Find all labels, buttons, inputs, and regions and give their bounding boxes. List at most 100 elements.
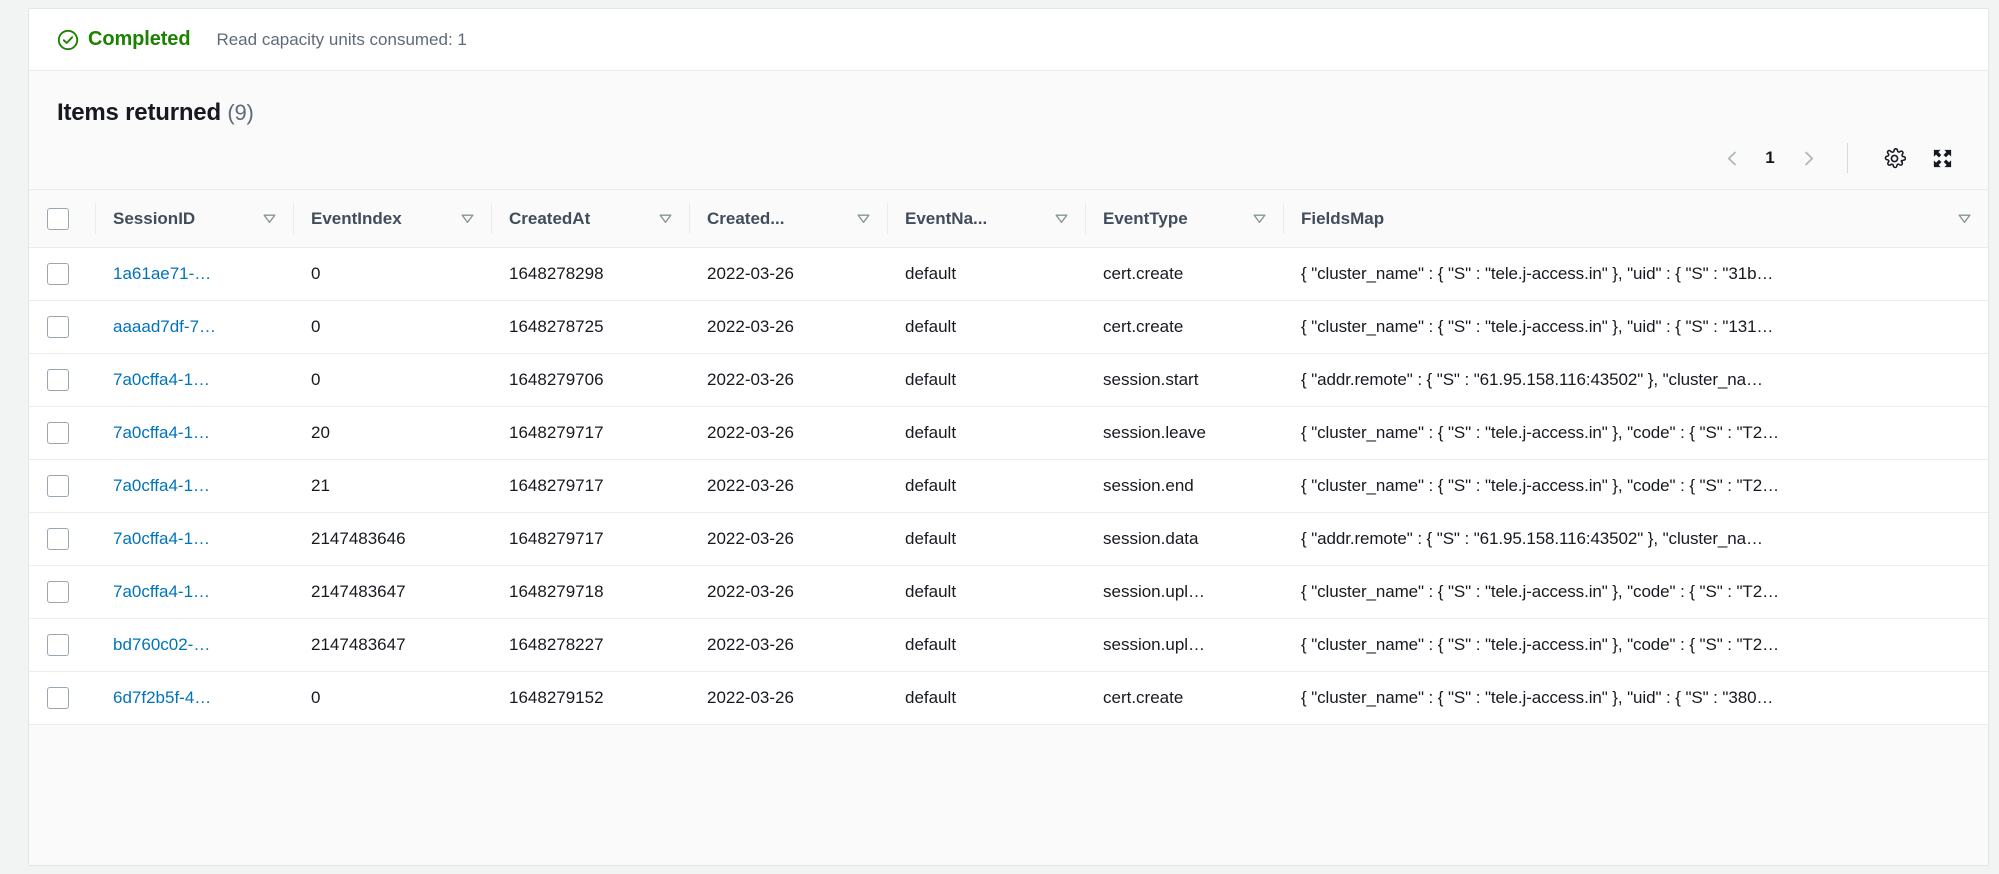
row-checkbox[interactable] bbox=[47, 316, 69, 338]
cell-eventtype: cert.create bbox=[1085, 671, 1283, 725]
row-checkbox[interactable] bbox=[47, 581, 69, 603]
row-checkbox[interactable] bbox=[47, 528, 69, 550]
table-toolbar: 1 bbox=[29, 127, 1988, 189]
status-label: Completed bbox=[88, 28, 191, 50]
page-number[interactable]: 1 bbox=[1753, 139, 1787, 177]
page-title: Items returned (9) bbox=[57, 99, 1960, 127]
cell-sessionid[interactable]: 7a0cffa4-1… bbox=[95, 512, 293, 566]
session-link[interactable]: 7a0cffa4-1… bbox=[113, 423, 210, 442]
cell-sessionid[interactable]: 7a0cffa4-1… bbox=[95, 459, 293, 513]
table-header: SessionID EventIndex CreatedAt Created..… bbox=[29, 189, 1988, 248]
row-select-cell bbox=[29, 565, 95, 619]
cell-eventindex: 21 bbox=[293, 459, 491, 513]
column-header-createddate[interactable]: Created... bbox=[689, 189, 887, 248]
session-link[interactable]: bd760c02-… bbox=[113, 635, 210, 654]
column-header-sessionid[interactable]: SessionID bbox=[95, 189, 293, 248]
table-row[interactable]: 7a0cffa4-1… 20 1648279717 2022-03-26 default… bbox=[29, 406, 1988, 460]
sort-triangle-icon bbox=[1055, 214, 1068, 223]
session-link[interactable]: aaaad7df-7… bbox=[113, 317, 216, 336]
session-link[interactable]: 7a0cffa4-1… bbox=[113, 529, 210, 548]
cell-createddate: 2022-03-26 bbox=[689, 406, 887, 460]
column-label: CreatedAt bbox=[509, 208, 591, 228]
results-table: SessionID EventIndex CreatedAt Created..… bbox=[29, 189, 1988, 725]
cell-fieldsmap: { "cluster_name" : { "S" : "tele.j-acces… bbox=[1283, 671, 1988, 725]
read-capacity-text: Read capacity units consumed: 1 bbox=[216, 29, 467, 49]
cell-createddate: 2022-03-26 bbox=[689, 618, 887, 672]
cell-eventname: default bbox=[887, 512, 1085, 566]
cell-fieldsmap: { "cluster_name" : { "S" : "tele.j-acces… bbox=[1283, 300, 1988, 354]
cell-sessionid[interactable]: 7a0cffa4-1… bbox=[95, 406, 293, 460]
cell-eventname: default bbox=[887, 247, 1085, 301]
column-header-eventtype[interactable]: EventType bbox=[1085, 189, 1283, 248]
fullscreen-button[interactable] bbox=[1922, 138, 1962, 178]
cell-sessionid[interactable]: bd760c02-… bbox=[95, 618, 293, 672]
cell-createddate: 2022-03-26 bbox=[689, 671, 887, 725]
column-header-eventname[interactable]: EventNa... bbox=[887, 189, 1085, 248]
next-page-button[interactable] bbox=[1789, 139, 1827, 177]
row-select-cell bbox=[29, 671, 95, 725]
table-row[interactable]: 6d7f2b5f-4… 0 1648279152 2022-03-26 default c… bbox=[29, 671, 1988, 725]
cell-eventindex: 0 bbox=[293, 353, 491, 407]
cell-createdat: 1648278725 bbox=[491, 300, 689, 354]
table-row[interactable]: 7a0cffa4-1… 2147483647 1648279718 2022-03-2… bbox=[29, 565, 1988, 619]
row-select-cell bbox=[29, 406, 95, 460]
gear-icon bbox=[1884, 147, 1906, 168]
table-row[interactable]: bd760c02-… 2147483647 1648278227 2022-03-26… bbox=[29, 618, 1988, 672]
cell-sessionid[interactable]: 6d7f2b5f-4… bbox=[95, 671, 293, 725]
cell-createdat: 1648279717 bbox=[491, 406, 689, 460]
cell-eventindex: 20 bbox=[293, 406, 491, 460]
select-all-checkbox[interactable] bbox=[47, 207, 69, 230]
row-select-cell bbox=[29, 353, 95, 407]
cell-eventtype: session.start bbox=[1085, 353, 1283, 407]
row-select-cell bbox=[29, 618, 95, 672]
results-section: Items returned (9) 1 SessionID EventInde… bbox=[29, 71, 1988, 865]
pagination: 1 bbox=[1713, 139, 1827, 177]
row-checkbox[interactable] bbox=[47, 634, 69, 656]
sort-triangle-icon bbox=[1958, 214, 1971, 223]
cell-sessionid[interactable]: aaaad7df-7… bbox=[95, 300, 293, 354]
previous-page-button[interactable] bbox=[1713, 139, 1751, 177]
cell-createdat: 1648279718 bbox=[491, 565, 689, 619]
row-checkbox[interactable] bbox=[47, 687, 69, 709]
cell-eventtype: session.upl… bbox=[1085, 565, 1283, 619]
column-header-fieldsmap[interactable]: FieldsMap bbox=[1283, 189, 1988, 248]
cell-fieldsmap: { "addr.remote" : { "S" : "61.95.158.116… bbox=[1283, 512, 1988, 566]
cell-sessionid[interactable]: 1a61ae71-… bbox=[95, 247, 293, 301]
cell-fieldsmap: { "cluster_name" : { "S" : "tele.j-acces… bbox=[1283, 459, 1988, 513]
row-select-cell bbox=[29, 459, 95, 513]
results-table-container[interactable]: SessionID EventIndex CreatedAt Created..… bbox=[29, 189, 1988, 865]
cell-eventtype: cert.create bbox=[1085, 300, 1283, 354]
cell-fieldsmap: { "cluster_name" : { "S" : "tele.j-acces… bbox=[1283, 406, 1988, 460]
column-header-createdat[interactable]: CreatedAt bbox=[491, 189, 689, 248]
table-row[interactable]: 7a0cffa4-1… 21 1648279717 2022-03-26 default… bbox=[29, 459, 1988, 513]
table-row[interactable]: 7a0cffa4-1… 2147483646 1648279717 2022-03-2… bbox=[29, 512, 1988, 566]
cell-sessionid[interactable]: 7a0cffa4-1… bbox=[95, 353, 293, 407]
table-header-row: SessionID EventIndex CreatedAt Created..… bbox=[29, 189, 1988, 248]
session-link[interactable]: 1a61ae71-… bbox=[113, 264, 211, 283]
cell-eventindex: 0 bbox=[293, 247, 491, 301]
session-link[interactable]: 7a0cffa4-1… bbox=[113, 370, 210, 389]
column-label: EventIndex bbox=[311, 208, 402, 228]
session-link[interactable]: 6d7f2b5f-4… bbox=[113, 688, 211, 707]
cell-eventtype: session.upl… bbox=[1085, 618, 1283, 672]
cell-eventindex: 2147483646 bbox=[293, 512, 491, 566]
column-label: SessionID bbox=[113, 208, 196, 228]
results-header: Items returned (9) bbox=[29, 71, 1988, 127]
row-checkbox[interactable] bbox=[47, 475, 69, 497]
session-link[interactable]: 7a0cffa4-1… bbox=[113, 582, 210, 601]
cell-fieldsmap: { "cluster_name" : { "S" : "tele.j-acces… bbox=[1283, 247, 1988, 301]
row-checkbox[interactable] bbox=[47, 422, 69, 444]
row-select-cell bbox=[29, 247, 95, 301]
cell-createddate: 2022-03-26 bbox=[689, 512, 887, 566]
row-checkbox[interactable] bbox=[47, 369, 69, 391]
cell-eventname: default bbox=[887, 565, 1085, 619]
expand-icon bbox=[1933, 149, 1951, 167]
table-row[interactable]: 1a61ae71-… 0 1648278298 2022-03-26 default ce… bbox=[29, 247, 1988, 301]
table-row[interactable]: 7a0cffa4-1… 0 1648279706 2022-03-26 default s… bbox=[29, 353, 1988, 407]
row-checkbox[interactable] bbox=[47, 263, 69, 285]
table-row[interactable]: aaaad7df-7… 0 1648278725 2022-03-26 default c… bbox=[29, 300, 1988, 354]
settings-button[interactable] bbox=[1874, 138, 1914, 178]
column-header-eventindex[interactable]: EventIndex bbox=[293, 189, 491, 248]
session-link[interactable]: 7a0cffa4-1… bbox=[113, 476, 210, 495]
cell-sessionid[interactable]: 7a0cffa4-1… bbox=[95, 565, 293, 619]
